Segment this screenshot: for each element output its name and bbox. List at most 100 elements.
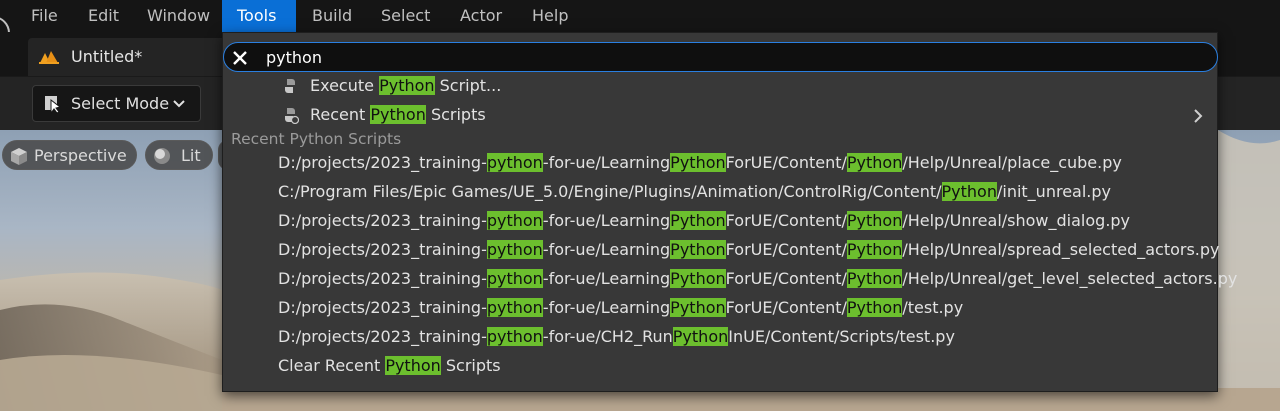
level-icon — [39, 51, 59, 64]
toolbar-right-area — [1216, 77, 1280, 131]
search-match-highlight: Python — [846, 240, 903, 259]
search-input[interactable] — [266, 45, 1166, 69]
row-label: D:/projects/2023_training-python-for-ue/… — [278, 298, 963, 317]
select-mode-button[interactable]: Select Mode — [32, 85, 201, 122]
row-text-part: Recent — [310, 105, 371, 124]
row-text-part: Script... — [434, 76, 502, 95]
row-label: Execute Python Script... — [310, 76, 501, 95]
row-text-part: D:/projects/2023_training- — [278, 298, 487, 317]
search-match-highlight: Python — [846, 211, 903, 230]
search-match-highlight: python — [486, 327, 543, 346]
row-text-part: /init_unreal.py — [996, 182, 1111, 201]
row-label: C:/Program Files/Epic Games/UE_5.0/Engin… — [278, 182, 1111, 201]
row-text-part: Scripts — [425, 105, 486, 124]
search-match-highlight: Python — [846, 298, 903, 317]
menu-actor[interactable]: Actor — [445, 0, 517, 32]
search-match-highlight: python — [486, 153, 543, 172]
search-match-highlight: Python — [670, 298, 726, 317]
row-text-part: D:/projects/2023_training- — [278, 269, 487, 288]
row-text-part: /Help/Unreal/get_level_selected_actors.p… — [902, 269, 1238, 288]
recent-script-item[interactable]: D:/projects/2023_training-python-for-ue/… — [223, 236, 1220, 265]
clear-recent-python-scripts-item[interactable]: Clear Recent Python Scripts — [223, 352, 1217, 381]
recent-script-item[interactable]: D:/projects/2023_training-python-for-ue/… — [223, 294, 1217, 323]
row-label: D:/projects/2023_training-python-for-ue/… — [278, 211, 1130, 230]
lit-button[interactable]: Lit — [145, 140, 213, 170]
row-text-part: /test.py — [902, 298, 964, 317]
unreal-editor-window: File Edit Window Tools Build Select Acto… — [0, 0, 1280, 411]
search-match-highlight: Python — [846, 153, 903, 172]
row-text-part: ForUE/Content/ — [725, 240, 847, 259]
row-text-part: -for-ue/Learning — [542, 240, 671, 259]
python-script-icon — [285, 79, 295, 93]
row-text-part: D:/projects/2023_training- — [278, 153, 487, 172]
row-text-part: Clear Recent — [278, 356, 386, 375]
search-match-highlight: Python — [670, 240, 726, 259]
row-label: D:/projects/2023_training-python-for-ue/… — [278, 327, 955, 346]
row-text-part: Scripts — [440, 356, 501, 375]
row-text-part: -for-ue/CH2_Run — [542, 327, 673, 346]
row-text-part: D:/projects/2023_training- — [278, 327, 487, 346]
recent-script-item[interactable]: D:/projects/2023_training-python-for-ue/… — [223, 323, 1217, 352]
lit-sphere-icon — [154, 148, 170, 164]
recent-scripts-section-header: Recent Python Scripts — [231, 130, 402, 148]
row-text-part: /Help/Unreal/place_cube.py — [902, 153, 1122, 172]
perspective-label: Perspective — [34, 146, 127, 165]
row-text-part: Execute — [310, 76, 380, 95]
search-match-highlight: python — [486, 211, 543, 230]
select-mode-label: Select Mode — [71, 94, 170, 113]
search-match-highlight: Python — [385, 356, 441, 375]
search-match-highlight: python — [486, 298, 543, 317]
row-text-part: ForUE/Content/ — [725, 211, 847, 230]
row-text-part: InUE/Content/Scripts/test.py — [728, 327, 955, 346]
menu-help[interactable]: Help — [517, 0, 583, 32]
chevron-right-icon — [1194, 109, 1203, 123]
execute-python-script-item[interactable]: Execute Python Script... — [223, 72, 1217, 101]
menu-edit[interactable]: Edit — [73, 0, 134, 32]
row-text-part: ForUE/Content/ — [725, 269, 847, 288]
row-text-part: ForUE/Content/ — [725, 153, 847, 172]
search-box — [223, 42, 1218, 72]
menu-select[interactable]: Select — [366, 0, 445, 32]
recent-script-item[interactable]: C:/Program Files/Epic Games/UE_5.0/Engin… — [223, 178, 1217, 207]
search-match-highlight: Python — [670, 153, 726, 172]
row-text-part: -for-ue/Learning — [542, 298, 671, 317]
search-match-highlight: Python — [846, 269, 903, 288]
menu-build[interactable]: Build — [297, 0, 367, 32]
search-match-highlight: Python — [670, 269, 726, 288]
menu-file[interactable]: File — [16, 0, 73, 32]
select-mode-icon — [45, 96, 62, 114]
search-match-highlight: python — [486, 240, 543, 259]
menu-tools[interactable]: Tools — [222, 0, 296, 32]
chevron-down-icon — [173, 100, 185, 108]
recent-python-icon — [285, 108, 299, 124]
recent-python-scripts-item[interactable]: Recent Python Scripts — [223, 101, 1217, 130]
recent-script-item[interactable]: D:/projects/2023_training-python-for-ue/… — [223, 149, 1217, 178]
search-match-highlight: Python — [370, 105, 426, 124]
tools-search-dropdown: Execute Python Script... Recent Python Sc… — [222, 32, 1237, 392]
row-text-part: C:/Program Files/Epic Games/UE_5.0/Engin… — [278, 182, 942, 201]
close-icon[interactable] — [231, 49, 249, 67]
row-text-part: -for-ue/Learning — [542, 153, 671, 172]
search-match-highlight: Python — [672, 327, 729, 346]
row-text-part: ForUE/Content/ — [725, 298, 847, 317]
recent-script-item[interactable]: D:/projects/2023_training-python-for-ue/… — [223, 207, 1217, 236]
row-text-part: D:/projects/2023_training- — [278, 211, 487, 230]
row-label: D:/projects/2023_training-python-for-ue/… — [278, 153, 1122, 172]
search-match-highlight: Python — [670, 211, 726, 230]
row-label: D:/projects/2023_training-python-for-ue/… — [278, 269, 1237, 288]
row-text-part: -for-ue/Learning — [542, 269, 671, 288]
level-tab-label: Untitled* — [71, 47, 143, 66]
perspective-button[interactable]: Perspective — [2, 140, 137, 170]
recent-script-item[interactable]: D:/projects/2023_training-python-for-ue/… — [223, 265, 1237, 294]
row-label: Clear Recent Python Scripts — [278, 356, 501, 375]
search-match-highlight: Python — [941, 182, 997, 201]
level-tab[interactable]: Untitled* — [28, 38, 224, 76]
row-text-part: /Help/Unreal/spread_selected_actors.py — [902, 240, 1220, 259]
row-text-part: -for-ue/Learning — [542, 211, 671, 230]
search-match-highlight: python — [486, 269, 543, 288]
cube-icon — [11, 148, 27, 165]
menu-bar: File Edit Window Tools Build Select Acto… — [0, 0, 1280, 32]
row-label: D:/projects/2023_training-python-for-ue/… — [278, 240, 1220, 259]
row-text-part: D:/projects/2023_training- — [278, 240, 487, 259]
menu-window[interactable]: Window — [132, 0, 225, 32]
